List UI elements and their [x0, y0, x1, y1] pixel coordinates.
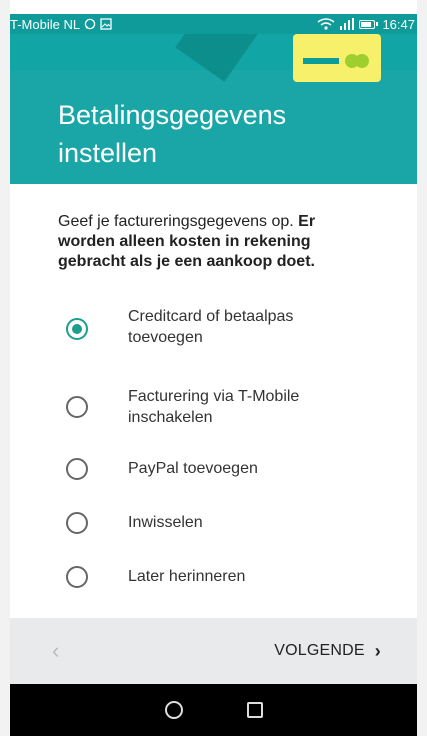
radio-button[interactable] [66, 396, 88, 418]
status-bar: T-Mobile NL 16:47 [10, 14, 417, 34]
chevron-right-icon: › [374, 640, 381, 661]
home-button[interactable] [164, 701, 183, 719]
intro-normal: Geef je factureringsgegevens op. [58, 213, 299, 230]
page-title: Betalingsgegevens instellen [58, 100, 287, 168]
next-label: VOLGENDE [274, 642, 365, 659]
option-label: Later herinneren [128, 568, 246, 585]
radio-button[interactable] [66, 318, 88, 340]
system-navigation-bar [10, 684, 417, 736]
whatsapp-icon [84, 18, 96, 30]
intro-text: Geef je factureringsgegevens op. Er word… [58, 212, 358, 272]
option-label: Creditcard of betaalpas toevoegen [128, 308, 294, 346]
wifi-icon [318, 18, 335, 30]
clock: 16:47 [382, 16, 415, 32]
option-label: Inwisselen [128, 514, 203, 531]
option-tmobile-billing[interactable]: Facturering via T-Mobile inschakelen [10, 382, 417, 438]
option-remind-later[interactable]: Later herinneren [10, 566, 417, 622]
image-icon [100, 18, 112, 30]
battery-icon [359, 19, 379, 29]
option-paypal[interactable]: PayPal toevoegen [10, 456, 417, 512]
option-label: PayPal toevoegen [128, 460, 258, 477]
radio-button[interactable] [66, 458, 88, 480]
signal-icon [340, 18, 355, 30]
option-redeem[interactable]: Inwisselen [10, 512, 417, 568]
option-label: Facturering via T-Mobile inschakelen [128, 388, 300, 426]
carrier-label: T-Mobile NL [10, 16, 81, 32]
option-creditcard[interactable]: Creditcard of betaalpas toevoegen [10, 300, 417, 356]
credit-card-illustration [293, 34, 381, 82]
radio-button[interactable] [66, 512, 88, 534]
radio-button[interactable] [66, 566, 88, 588]
recent-apps-button[interactable] [246, 702, 263, 718]
header-banner: Betalingsgegevens instellen [10, 34, 417, 184]
next-button[interactable]: VOLGENDE › [274, 641, 381, 662]
wizard-navigation: ‹ VOLGENDE › [10, 618, 417, 684]
back-button[interactable]: ‹ [52, 638, 59, 664]
